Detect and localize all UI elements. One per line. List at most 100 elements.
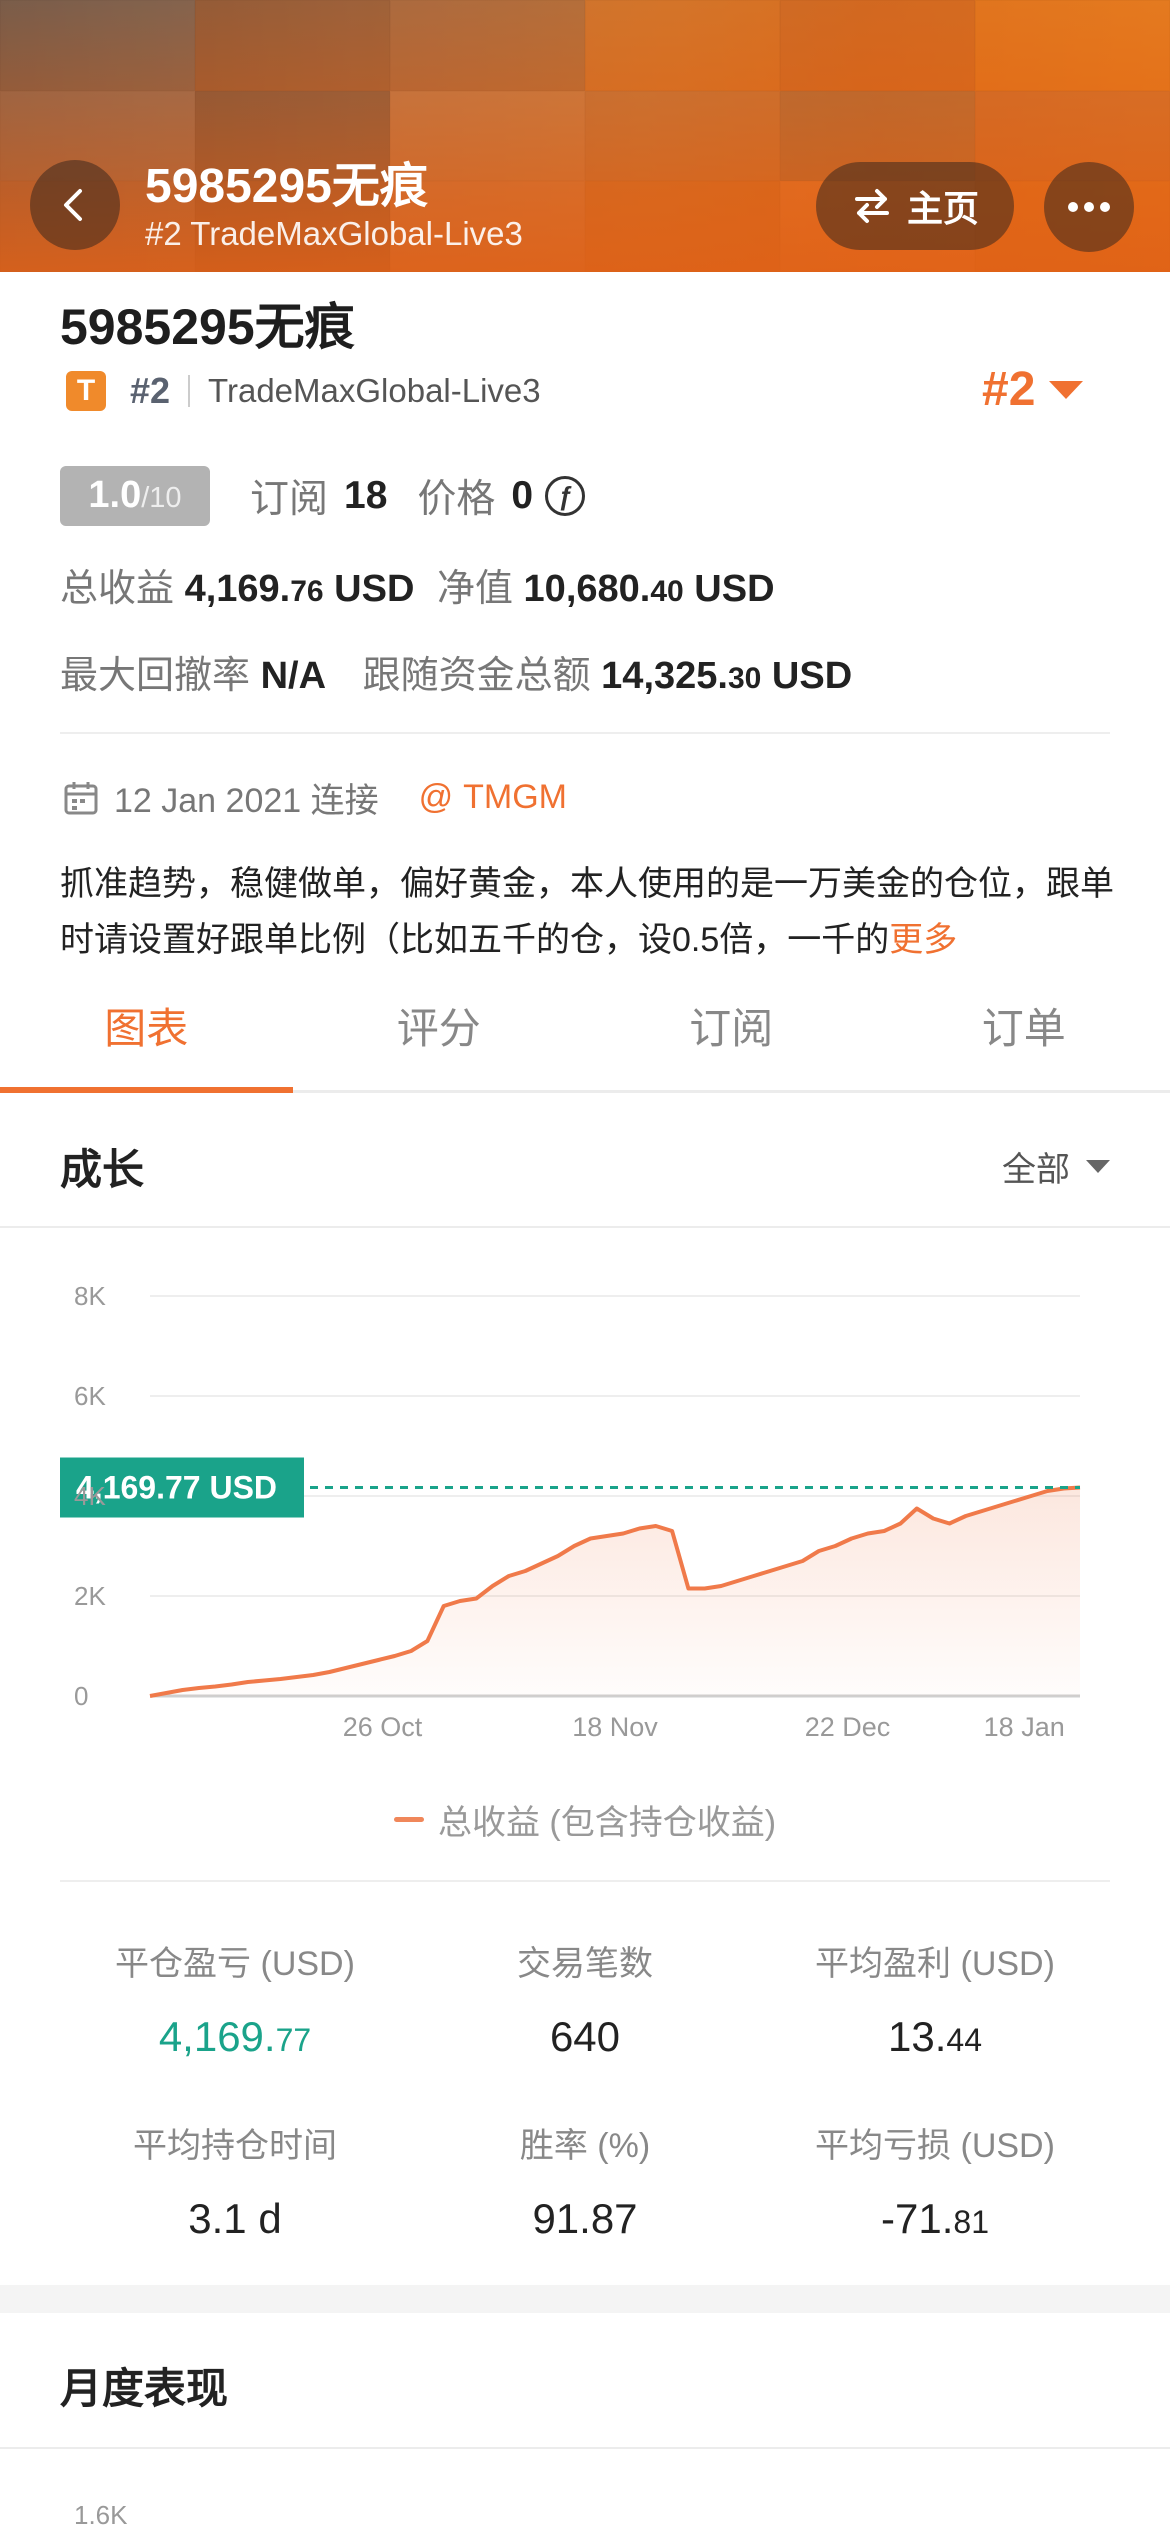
x-tick-label: 26 Oct <box>343 1712 423 1742</box>
home-button-label: 主页 <box>906 188 979 229</box>
stat-avg-loss: 平均亏损 (USD) -71.81 <box>760 2118 1110 2243</box>
chevron-left-icon <box>64 189 82 221</box>
stat-avg-profit: 平均盈利 (USD) 13.44 <box>760 1936 1110 2061</box>
trader-description: 抓准趋势，稳健做单，偏好黄金，本人使用的是一万美金的仓位，跟单时请设置好跟单比例… <box>60 856 1120 968</box>
divider <box>0 2447 1170 2449</box>
stat-avg-hold-time: 平均持仓时间 3.1 d <box>60 2118 410 2243</box>
chart-legend: 总收益 (包含持仓收益) <box>0 1795 1170 1844</box>
monthly-y-tick: 1.6K <box>74 2500 128 2530</box>
rank-small: #2 <box>130 370 171 411</box>
more-options-button[interactable] <box>1044 162 1134 252</box>
stat-value-int: 91.87 <box>532 2195 638 2242</box>
price-label: 价格 <box>417 478 496 521</box>
account-switcher[interactable]: #2 <box>982 362 1084 417</box>
connection-row: 12 Jan 2021 连接 @ TMGM <box>62 773 567 822</box>
x-tick-label: 18 Jan <box>984 1712 1065 1742</box>
stats-grid: 平仓盈亏 (USD) 4,169.77 交易笔数 640 平均盈利 (USD) … <box>60 1880 1110 2242</box>
header-title: 5985295无痕 <box>145 160 428 213</box>
follow-funds-dec: 30 <box>727 662 762 695</box>
divider <box>188 375 191 407</box>
at-icon: @ <box>418 778 454 816</box>
header-subtitle: #2 TradeMaxGlobal-Live3 <box>145 215 523 252</box>
rating-value: 1.0 <box>88 474 142 516</box>
stat-value-int: 4,169. <box>158 2013 276 2060</box>
equity-unit: USD <box>694 568 775 610</box>
stat-value: 13.44 <box>760 2013 1110 2061</box>
connect-date: 12 Jan 2021 连接 <box>114 782 379 820</box>
trader-name: 5985295无痕 <box>60 299 355 355</box>
stat-label: 平均盈利 (USD) <box>815 1945 1055 1983</box>
tab-bar: 图表 评分 订阅 订单 <box>0 975 1170 1093</box>
equity-dec: 40 <box>650 575 684 608</box>
rating-badge: 1.0/10 <box>60 466 210 526</box>
rating-denominator: /10 <box>141 482 182 514</box>
total-profit-unit: USD <box>334 568 415 610</box>
stat-trade-count: 交易笔数 640 <box>410 1936 760 2061</box>
legend-label: 总收益 (包含持仓收益) <box>437 1804 777 1842</box>
stat-label: 胜率 (%) <box>519 2127 651 2165</box>
swap-arrows-icon <box>854 189 889 223</box>
broker-link[interactable]: @ TMGM <box>419 778 567 817</box>
y-tick-label: 6K <box>74 1381 106 1411</box>
price-value: 0 <box>511 474 534 517</box>
stat-closed-pnl: 平仓盈亏 (USD) 4,169.77 <box>60 1936 410 2061</box>
stat-value: 4,169.77 <box>60 2013 410 2061</box>
more-link[interactable]: 更多 <box>889 921 957 959</box>
broker-row: T #2 TradeMaxGlobal-Live3 <box>66 370 541 412</box>
caret-down-icon <box>1049 380 1084 399</box>
drawdown-value: N/A <box>260 655 327 697</box>
divider <box>60 732 1110 734</box>
x-tick-label: 22 Dec <box>805 1712 891 1742</box>
y-tick-label: 2K <box>74 1581 106 1611</box>
drawdown-label: 最大回撤率 <box>60 655 251 697</box>
stat-win-rate: 胜率 (%) 91.87 <box>410 2118 760 2243</box>
stat-label: 平均亏损 (USD) <box>815 2127 1055 2165</box>
period-filter-label: 全部 <box>1002 1151 1070 1189</box>
y-tick-label: 4K <box>74 1481 106 1511</box>
follow-funds-label: 跟随资金总额 <box>362 655 591 697</box>
stat-value: 640 <box>410 2013 760 2061</box>
growth-chart-svg: 4,169.77 USD 26 Oct 18 Nov 22 Dec 18 Jan 0 2… <box>60 1281 1081 1742</box>
stat-value: 3.1 d <box>60 2195 410 2243</box>
x-tick-label: 18 Nov <box>572 1712 658 1742</box>
tab-rating[interactable]: 评分 <box>293 975 586 1090</box>
tab-orders[interactable]: 订单 <box>878 975 1170 1090</box>
profile-header-banner: 5985295无痕 #2 TradeMaxGlobal-Live3 主页 <box>0 0 1170 272</box>
total-profit-int: 4,169. <box>184 568 291 610</box>
stat-label: 平仓盈亏 (USD) <box>115 1945 355 1983</box>
back-button[interactable] <box>30 160 120 250</box>
subscribe-label: 订阅 <box>250 478 329 521</box>
follow-funds-int: 14,325. <box>601 655 728 697</box>
score-row: 1.0/10 订阅 18 价格 0 ƒ <box>60 466 586 526</box>
stat-value: -71.81 <box>760 2195 1110 2243</box>
broker-badge: T <box>66 371 106 411</box>
drawdown-row: 最大回撤率 N/A 跟随资金总额 14,325.30 USD <box>60 644 852 699</box>
currency-coin-icon: ƒ <box>545 476 586 516</box>
total-profit-dec: 76 <box>290 575 324 608</box>
equity-int: 10,680. <box>523 568 651 610</box>
follow-funds-unit: USD <box>771 655 853 697</box>
ellipsis-icon <box>1068 202 1110 212</box>
stat-value-int: 13. <box>888 2013 947 2060</box>
y-tick-label: 0 <box>74 1681 88 1711</box>
home-button[interactable]: 主页 <box>816 162 1014 250</box>
current-value-label: 4,169.77 USD <box>76 1470 277 1506</box>
stat-value-dec: 81 <box>953 2204 989 2240</box>
stat-value: 91.87 <box>410 2195 760 2243</box>
broker-short: TMGM <box>463 778 567 816</box>
stat-value-int: -71. <box>881 2195 954 2242</box>
period-filter[interactable]: 全部 <box>1002 1142 1110 1191</box>
stat-value-dec: 77 <box>275 2022 312 2058</box>
tab-chart[interactable]: 图表 <box>0 975 293 1093</box>
growth-title: 成长 <box>60 1146 145 1193</box>
rank-big: #2 <box>982 363 1036 416</box>
tab-subscriptions[interactable]: 订阅 <box>585 975 878 1090</box>
stat-label: 平均持仓时间 <box>133 2127 337 2165</box>
equity-label: 净值 <box>436 568 513 610</box>
growth-section-header: 成长 全部 <box>0 1096 1170 1228</box>
stat-value-dec: 44 <box>946 2022 982 2058</box>
stat-value-int: 640 <box>549 2013 621 2060</box>
caret-down-icon <box>1086 1160 1110 1173</box>
monthly-performance-title: 月度表现 <box>60 2365 229 2412</box>
profit-row: 总收益 4,169.76 USD 净值 10,680.40 USD <box>60 557 775 612</box>
